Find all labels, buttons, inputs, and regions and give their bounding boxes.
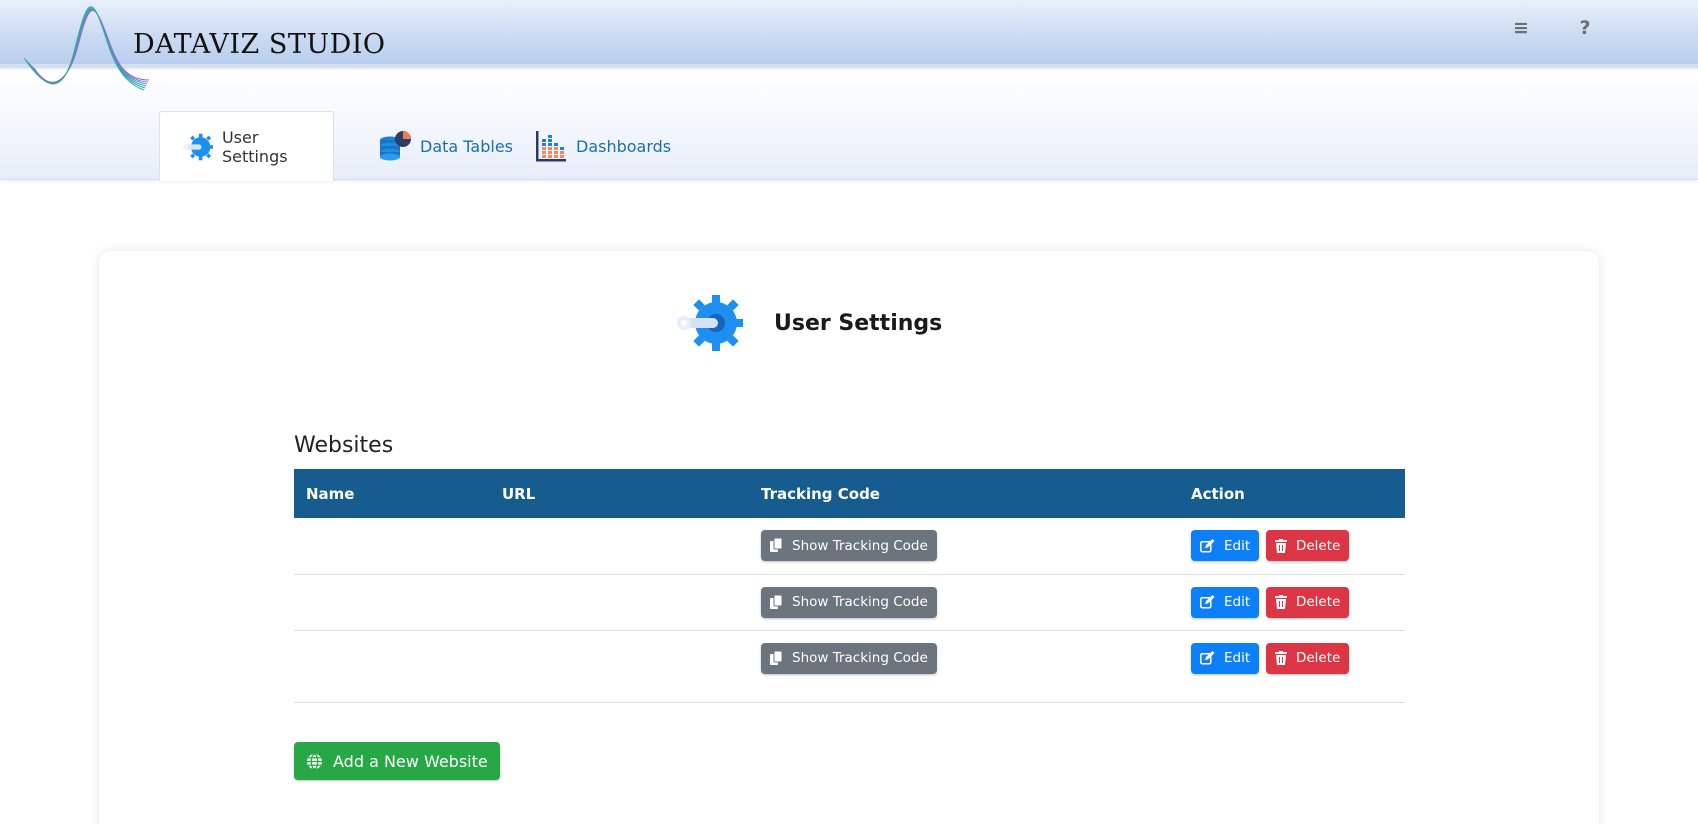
brand-name: DATAVIZ STUDIO [133,29,386,60]
top-header: DATAVIZ STUDIO ≡ ? [0,0,1698,71]
trash-icon [1274,651,1287,665]
delete-label: Delete [1295,650,1341,666]
edit-label: Edit [1224,650,1251,666]
question-icon[interactable]: ? [1573,16,1597,40]
cell-action: Edit Delete [1179,518,1405,575]
tab-data-tables[interactable]: Data Tables [356,111,529,181]
cell-url [490,630,749,703]
delete-label: Delete [1295,594,1341,610]
table-row: Show Tracking Code Edit Delete [294,574,1405,631]
edit-button[interactable]: Edit [1191,530,1260,562]
cell-tracking: Show Tracking Code [749,518,1179,575]
edit-icon [1200,595,1215,609]
copy-icon [770,594,783,609]
cell-url [490,574,749,631]
column-header-url: URL [502,484,536,503]
edit-icon [1200,651,1215,665]
edit-label: Edit [1224,537,1251,554]
cell-name [294,518,490,575]
edit-button[interactable]: Edit [1191,586,1260,618]
column-header-name: Name [306,484,355,503]
show-tracking-code-button[interactable]: Show Tracking Code [761,642,937,674]
cell-action: Edit Delete [1179,630,1405,703]
bar-chart-icon [536,131,566,162]
show-tracking-code-label: Show Tracking Code [792,650,928,666]
column-header-action: Action [1191,484,1245,503]
page-title: User Settings [774,310,943,336]
tab-dashboards[interactable]: Dashboards [512,111,687,181]
show-tracking-code-label: Show Tracking Code [792,594,928,610]
tab-data-tables-label: Data Tables [420,136,513,156]
websites-section-title: Websites [294,433,394,458]
tab-dashboards-label: Dashboards [576,136,672,156]
show-tracking-code-label: Show Tracking Code [792,537,928,554]
table-row: Show Tracking Code Edit Delete [294,630,1405,703]
cell-name [294,630,490,703]
gear-key-icon [677,295,743,351]
table-row: Show Tracking Code Edit Delete [294,518,1405,575]
table-header-row: Name URL Tracking Code Action [294,469,1405,518]
column-header-tracking-code: Tracking Code [761,484,880,503]
edit-label: Edit [1224,594,1251,610]
cell-tracking: Show Tracking Code [749,630,1179,703]
tab-user-settings[interactable]: User Settings [159,111,334,181]
edit-button[interactable]: Edit [1191,642,1260,674]
tab-user-settings-label: User Settings [221,127,288,166]
cell-name [294,574,490,631]
logo-wave-icon [23,6,150,91]
delete-button[interactable]: Delete [1265,530,1350,562]
cell-action: Edit Delete [1179,574,1405,631]
database-chart-icon [380,131,411,161]
edit-icon [1200,538,1215,553]
show-tracking-code-button[interactable]: Show Tracking Code [761,586,937,618]
show-tracking-code-button[interactable]: Show Tracking Code [761,530,937,562]
globe-icon [307,752,322,770]
copy-icon [770,650,783,665]
websites-table: Name URL Tracking Code Action Show Track… [294,469,1405,703]
copy-icon [770,538,783,553]
add-website-label: Add a New Website [333,751,488,771]
delete-button[interactable]: Delete [1265,642,1350,674]
tab-strip: User Settings Data Tables Dashboards [0,72,1698,181]
trash-icon [1274,595,1287,609]
hamburger-icon[interactable]: ≡ [1509,16,1533,40]
add-website-button[interactable]: Add a New Website [294,742,500,780]
cell-tracking: Show Tracking Code [749,574,1179,631]
delete-label: Delete [1295,537,1341,554]
trash-icon [1274,538,1287,553]
card-header: User Settings [676,293,942,353]
gear-key-icon [182,133,214,160]
delete-button[interactable]: Delete [1265,586,1350,618]
settings-card: User Settings Websites Name URL Tracking… [99,251,1599,824]
cell-url [490,518,749,575]
